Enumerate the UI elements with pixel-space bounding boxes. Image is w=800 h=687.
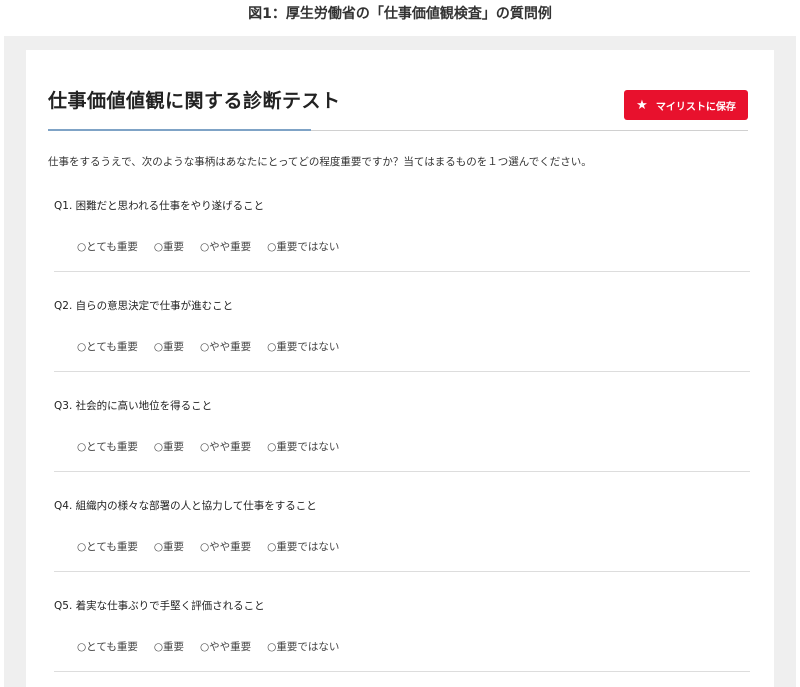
- title-underline-accent: [48, 129, 311, 131]
- answer-options: ○とても重要 ○重要 ○やや重要 ○重要ではない: [77, 439, 355, 454]
- option-somewhat-important[interactable]: ○やや重要: [200, 339, 251, 354]
- figure-caption: 図1：厚生労働省の「仕事価値観検査」の質問例: [248, 6, 552, 22]
- option-important[interactable]: ○重要: [154, 339, 184, 354]
- question-text: Q5. 着実な仕事ぶりで手堅く評価されること: [54, 600, 265, 612]
- save-to-mylist-button[interactable]: ★ マイリストに保存: [624, 90, 748, 120]
- question-text: Q2. 自らの意思決定で仕事が進むこと: [54, 300, 234, 312]
- option-very-important[interactable]: ○とても重要: [77, 439, 138, 454]
- instructions-text: 仕事をするうえで、次のような事柄はあなたにとってどの程度重要ですか？当てはまるも…: [48, 156, 592, 168]
- answer-options: ○とても重要 ○重要 ○やや重要 ○重要ではない: [77, 339, 355, 354]
- page-title: 仕事価値値観に関する診断テスト: [48, 90, 341, 112]
- question-text: Q1. 困難だと思われる仕事をやり遂げること: [54, 200, 265, 212]
- question-item-2: Q2. 自らの意思決定で仕事が進むこと ○とても重要 ○重要 ○やや重要 ○重要…: [54, 272, 750, 372]
- option-somewhat-important[interactable]: ○やや重要: [200, 439, 251, 454]
- question-text: Q3. 社会的に高い地位を得ること: [54, 400, 213, 412]
- option-very-important[interactable]: ○とても重要: [77, 239, 138, 254]
- question-item-1: Q1. 困難だと思われる仕事をやり遂げること ○とても重要 ○重要 ○やや重要 …: [54, 172, 750, 272]
- question-list: Q1. 困難だと思われる仕事をやり遂げること ○とても重要 ○重要 ○やや重要 …: [54, 172, 750, 672]
- option-not-important[interactable]: ○重要ではない: [267, 239, 339, 254]
- option-somewhat-important[interactable]: ○やや重要: [200, 239, 251, 254]
- answer-options: ○とても重要 ○重要 ○やや重要 ○重要ではない: [77, 639, 355, 654]
- option-important[interactable]: ○重要: [154, 439, 184, 454]
- page-header: 仕事価値値観に関する診断テスト ★ マイリストに保存: [48, 70, 748, 132]
- option-important[interactable]: ○重要: [154, 239, 184, 254]
- option-not-important[interactable]: ○重要ではない: [267, 439, 339, 454]
- screenshot-frame: 仕事価値値観に関する診断テスト ★ マイリストに保存 仕事をするうえで、次のよう…: [4, 36, 796, 687]
- answer-options: ○とても重要 ○重要 ○やや重要 ○重要ではない: [77, 239, 355, 254]
- question-text: Q4. 組織内の様々な部署の人と協力して仕事をすること: [54, 500, 317, 512]
- option-not-important[interactable]: ○重要ではない: [267, 339, 339, 354]
- option-not-important[interactable]: ○重要ではない: [267, 539, 339, 554]
- star-icon: ★: [636, 97, 648, 113]
- answer-options: ○とても重要 ○重要 ○やや重要 ○重要ではない: [77, 539, 355, 554]
- option-somewhat-important[interactable]: ○やや重要: [200, 639, 251, 654]
- test-card: 仕事価値値観に関する診断テスト ★ マイリストに保存 仕事をするうえで、次のよう…: [26, 50, 774, 687]
- option-not-important[interactable]: ○重要ではない: [267, 639, 339, 654]
- option-somewhat-important[interactable]: ○やや重要: [200, 539, 251, 554]
- option-very-important[interactable]: ○とても重要: [77, 339, 138, 354]
- question-item-5: Q5. 着実な仕事ぶりで手堅く評価されること ○とても重要 ○重要 ○やや重要 …: [54, 572, 750, 672]
- question-item-3: Q3. 社会的に高い地位を得ること ○とても重要 ○重要 ○やや重要 ○重要では…: [54, 372, 750, 472]
- save-to-mylist-label: マイリストに保存: [655, 101, 736, 113]
- option-important[interactable]: ○重要: [154, 639, 184, 654]
- option-very-important[interactable]: ○とても重要: [77, 639, 138, 654]
- option-very-important[interactable]: ○とても重要: [77, 539, 138, 554]
- option-important[interactable]: ○重要: [154, 539, 184, 554]
- question-item-4: Q4. 組織内の様々な部署の人と協力して仕事をすること ○とても重要 ○重要 ○…: [54, 472, 750, 572]
